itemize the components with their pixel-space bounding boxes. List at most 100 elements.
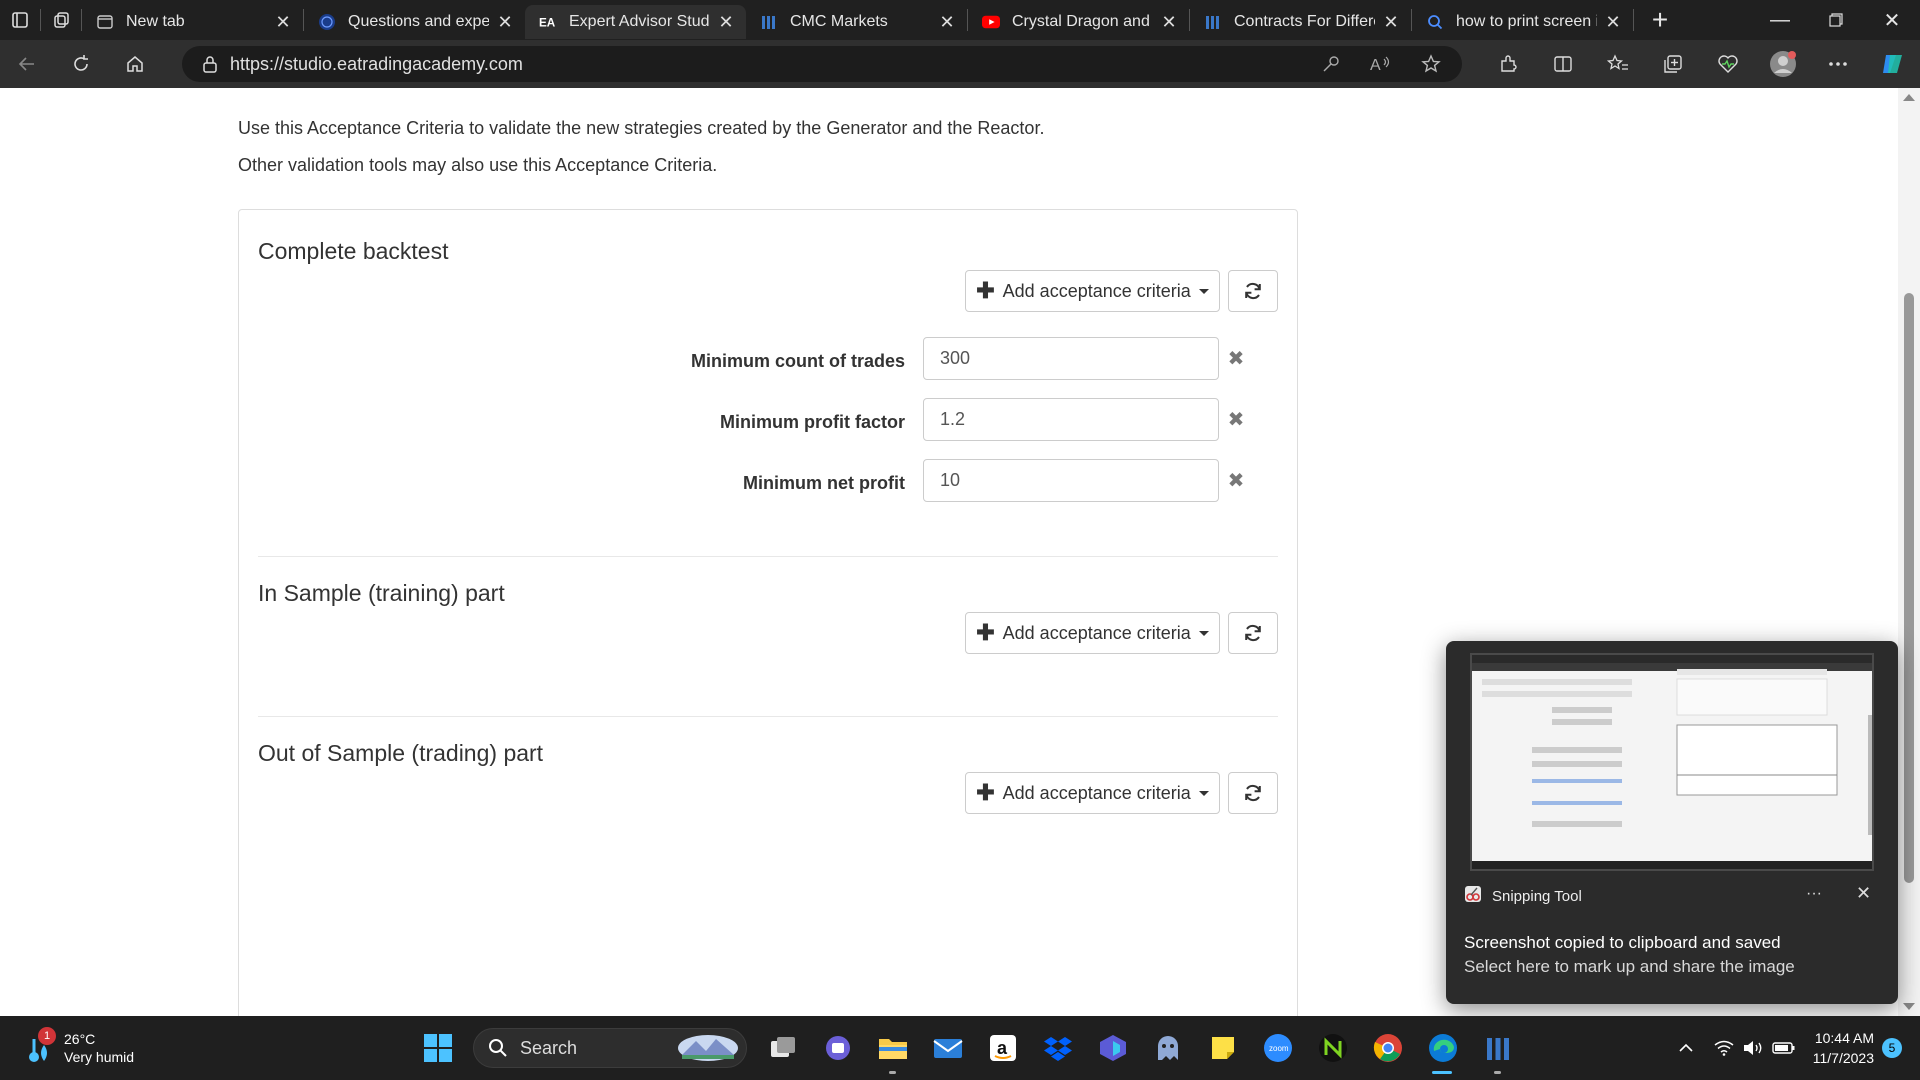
copilot-icon[interactable] [1865, 40, 1920, 88]
restore-icon[interactable] [1808, 0, 1864, 40]
clock[interactable]: 10:44 AM 11/7/2023 [1813, 1028, 1874, 1068]
tab-new-tab[interactable]: New tab ✕ [82, 5, 303, 39]
edge-icon[interactable] [1415, 1020, 1470, 1076]
ea-logo-text: EA [539, 17, 556, 30]
search-icon [1426, 13, 1444, 31]
tab-close-icon[interactable]: ✕ [1603, 12, 1623, 32]
zoom-icon[interactable]: zoom [1250, 1020, 1305, 1076]
windows-start-icon[interactable] [410, 1020, 465, 1076]
collections-icon[interactable] [1645, 40, 1700, 88]
wifi-icon[interactable] [1709, 1040, 1739, 1056]
favorites-icon[interactable] [1590, 40, 1645, 88]
tab-actions-icon[interactable] [0, 0, 40, 40]
more-options-icon[interactable] [1810, 40, 1865, 88]
scroll-down-arrow-icon[interactable] [1903, 1003, 1915, 1010]
chrome-icon[interactable] [1360, 1020, 1415, 1076]
page-scrollbar[interactable] [1898, 88, 1920, 1016]
add-acceptance-criteria-button[interactable]: ✚ Add acceptance criteria [965, 612, 1220, 654]
battery-icon[interactable] [1769, 1041, 1799, 1055]
refresh-icon [1245, 283, 1261, 299]
cmc-app-icon[interactable] [1470, 1020, 1525, 1076]
file-explorer-icon[interactable] [865, 1020, 920, 1076]
ghost-app-icon[interactable] [1140, 1020, 1195, 1076]
taskbar-search-box[interactable]: Search [473, 1028, 747, 1068]
copilot-app-icon[interactable] [1085, 1020, 1140, 1076]
notification-close-icon[interactable]: ✕ [1856, 883, 1871, 904]
sticky-notes-icon[interactable] [1195, 1020, 1250, 1076]
min-count-of-trades-input[interactable] [923, 337, 1219, 380]
back-arrow-icon[interactable] [0, 40, 54, 88]
tab-close-icon[interactable]: ✕ [1159, 12, 1179, 32]
close-window-icon[interactable]: ✕ [1864, 0, 1920, 40]
svg-text:A: A [1370, 57, 1381, 73]
tab-contracts-for-difference[interactable]: Contracts For Difference ✕ [1190, 5, 1411, 39]
cmc-icon [1204, 13, 1222, 31]
tab-title: Expert Advisor Studio [569, 13, 710, 30]
refresh-icon[interactable] [54, 40, 108, 88]
new-tab-plus-icon[interactable]: + [1642, 2, 1678, 38]
reset-criteria-button[interactable] [1228, 612, 1278, 654]
tab-close-icon[interactable]: ✕ [495, 12, 515, 32]
green-n-app-icon[interactable] [1305, 1020, 1360, 1076]
tab-youtube[interactable]: Crystal Dragon and Lotus ✕ [968, 5, 1189, 39]
new-tab-icon [96, 13, 114, 31]
remove-criteria-icon[interactable]: ✖ [1225, 408, 1247, 431]
browser-essentials-icon[interactable] [1700, 40, 1755, 88]
workspaces-icon[interactable] [41, 0, 81, 40]
tab-close-icon[interactable]: ✕ [716, 12, 736, 32]
read-aloud-icon[interactable]: A [1356, 55, 1406, 73]
minimize-icon[interactable]: — [1752, 0, 1808, 40]
min-net-profit-input[interactable] [923, 459, 1219, 502]
profile-avatar[interactable] [1755, 40, 1810, 88]
plus-icon: ✚ [976, 780, 995, 805]
address-bar[interactable]: https://studio.eatradingacademy.com A [182, 46, 1462, 82]
snipping-tool-notification[interactable]: Snipping Tool ··· ✕ Screenshot copied to… [1446, 641, 1898, 1004]
volume-icon[interactable] [1739, 1040, 1769, 1056]
chevron-up-icon[interactable] [1671, 1043, 1701, 1053]
favorite-star-icon[interactable] [1406, 54, 1456, 74]
weather-widget[interactable]: 1 26°C Very humid [24, 1027, 134, 1066]
remove-criteria-icon[interactable]: ✖ [1225, 347, 1247, 370]
system-tray: 10:44 AM 11/7/2023 5 [1671, 1016, 1920, 1080]
tab-title: how to print screen in [1456, 13, 1597, 30]
remove-criteria-icon[interactable]: ✖ [1225, 469, 1247, 492]
tab-close-icon[interactable]: ✕ [937, 12, 957, 32]
split-screen-icon[interactable] [1535, 40, 1590, 88]
weather-temperature: 26°C [64, 1031, 96, 1047]
notification-title: Screenshot copied to clipboard and saved [1464, 933, 1781, 952]
tab-expert-advisor-studio[interactable]: EA Expert Advisor Studio ✕ [525, 5, 746, 39]
svg-text:zoom: zoom [1269, 1044, 1289, 1053]
weather-icon: 1 [24, 1027, 56, 1063]
youtube-icon [982, 13, 1000, 31]
key-icon[interactable] [1306, 55, 1356, 73]
amazon-icon[interactable]: a [975, 1020, 1030, 1076]
refresh-icon [1245, 625, 1261, 641]
scrollbar-thumb[interactable] [1904, 293, 1914, 883]
dropbox-icon[interactable] [1030, 1020, 1085, 1076]
home-icon[interactable] [108, 40, 162, 88]
tab-how-to-print-screen[interactable]: how to print screen in ✕ [1412, 5, 1633, 39]
task-view-icon[interactable] [755, 1020, 810, 1076]
address-bar-actions: A [1306, 46, 1456, 82]
tab-questions[interactable]: Questions and experiences ✕ [304, 5, 525, 39]
notification-center-badge[interactable]: 5 [1882, 1038, 1902, 1058]
url-text[interactable]: https://studio.eatradingacademy.com [230, 54, 523, 75]
tab-cmc-markets[interactable]: CMC Markets ✕ [746, 5, 967, 39]
notification-more-icon[interactable]: ··· [1806, 885, 1822, 903]
extensions-icon[interactable] [1480, 40, 1535, 88]
scroll-up-arrow-icon[interactable] [1903, 94, 1915, 101]
lock-icon[interactable] [190, 55, 230, 73]
tab-close-icon[interactable]: ✕ [273, 12, 293, 32]
caret-down-icon [1198, 288, 1209, 294]
mail-icon[interactable] [920, 1020, 975, 1076]
teams-chat-icon[interactable] [810, 1020, 865, 1076]
search-icon [489, 1039, 507, 1057]
button-label: Add acceptance criteria [1002, 782, 1191, 803]
min-profit-factor-input[interactable] [923, 398, 1219, 441]
reset-criteria-button[interactable] [1228, 772, 1278, 814]
reset-criteria-button[interactable] [1228, 270, 1278, 312]
add-acceptance-criteria-button[interactable]: ✚ Add acceptance criteria [965, 270, 1220, 312]
tab-close-icon[interactable]: ✕ [1381, 12, 1401, 32]
screenshot-preview-thumbnail[interactable] [1470, 653, 1874, 871]
add-acceptance-criteria-button[interactable]: ✚ Add acceptance criteria [965, 772, 1220, 814]
